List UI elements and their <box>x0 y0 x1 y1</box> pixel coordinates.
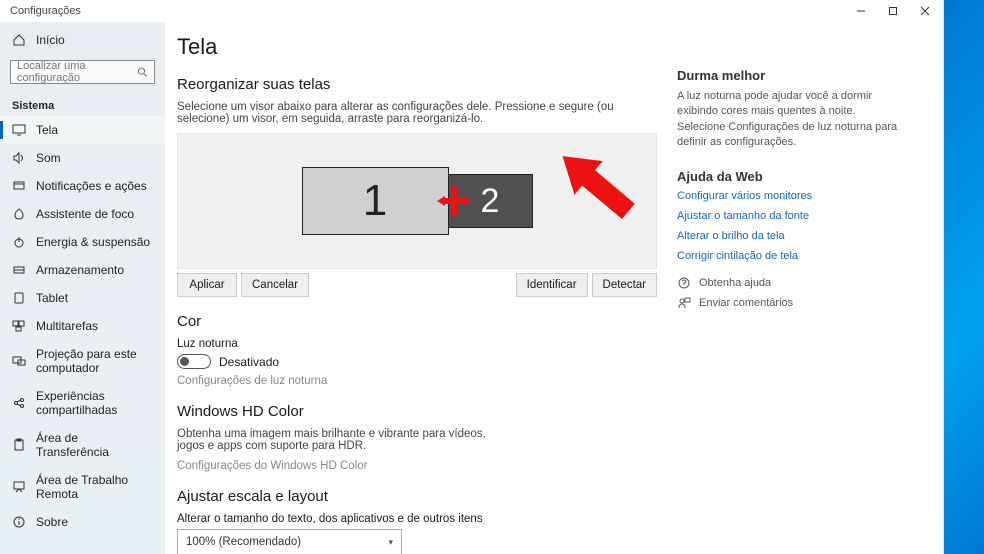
get-help-link[interactable]: Obtenha ajuda <box>677 276 899 290</box>
chevron-down-icon: ▾ <box>388 537 393 548</box>
sidebar-item-label: Energia & suspensão <box>36 235 150 249</box>
annotation-arrow-icon <box>546 145 616 215</box>
sidebar-item-projecao[interactable]: Projeção para este computador <box>0 340 165 382</box>
identify-button[interactable]: Identificar <box>516 273 588 297</box>
sidebar-item-tela[interactable]: Tela <box>0 116 165 144</box>
arrange-heading: Reorganizar suas telas <box>177 76 657 93</box>
help-link-monitors[interactable]: Configurar vários monitores <box>677 190 899 202</box>
help-link-flicker[interactable]: Corrigir cintilação de tela <box>677 250 899 262</box>
sidebar-item-label: Tela <box>36 123 58 137</box>
sidebar-item-label: Tablet <box>36 291 68 305</box>
sidebar-item-label: Multitarefas <box>36 319 98 333</box>
move-cursor-icon <box>435 182 473 220</box>
sidebar-item-sobre[interactable]: Sobre <box>0 508 165 536</box>
scale-select[interactable]: 100% (Recomendado) ▾ <box>177 529 402 554</box>
titlebar: Configurações <box>0 0 943 22</box>
hdcolor-heading: Windows HD Color <box>177 403 657 420</box>
sidebar-item-label: Notificações e ações <box>36 179 147 193</box>
clipboard-icon <box>12 438 26 452</box>
info-icon <box>12 515 26 529</box>
send-feedback-link[interactable]: Enviar comentários <box>677 296 899 310</box>
tablet-icon <box>12 291 26 305</box>
sidebar-item-label: Som <box>36 151 61 165</box>
maximize-icon <box>888 6 898 16</box>
apply-button[interactable]: Aplicar <box>177 273 237 297</box>
close-icon <box>920 6 930 16</box>
sleep-better-text: A luz noturna pode ajudar você a dormir … <box>677 89 899 151</box>
sidebar-item-experiencias[interactable]: Experiências compartilhadas <box>0 382 165 424</box>
cancel-button[interactable]: Cancelar <box>241 273 309 297</box>
nightlight-label: Luz noturna <box>177 338 657 350</box>
search-icon <box>137 66 148 78</box>
hdcolor-description: Obtenha uma imagem mais brilhante e vibr… <box>177 428 497 452</box>
storage-icon <box>12 263 26 277</box>
search-input[interactable]: Localizar uma configuração <box>10 60 155 84</box>
sidebar-item-label: Armazenamento <box>36 263 124 277</box>
sidebar-item-tablet[interactable]: Tablet <box>0 284 165 312</box>
settings-window: Configurações Início Localizar uma confi… <box>0 0 944 554</box>
monitor-2[interactable]: 2 <box>448 174 533 228</box>
sidebar-item-multitarefas[interactable]: Multitarefas <box>0 312 165 340</box>
sidebar-item-energia[interactable]: Energia & suspensão <box>0 228 165 256</box>
sidebar-item-label: Assistente de foco <box>36 207 134 221</box>
nightlight-toggle[interactable]: Desativado <box>177 354 657 369</box>
window-title: Configurações <box>10 5 81 17</box>
minimize-icon <box>856 6 866 16</box>
help-link-fontsize[interactable]: Ajustar o tamanho da fonte <box>677 210 899 222</box>
sidebar-item-label: Área de Trabalho Remota <box>36 473 153 501</box>
sidebar-home[interactable]: Início <box>0 26 165 54</box>
nightlight-settings-link[interactable]: Configurações de luz noturna <box>177 375 657 387</box>
close-button[interactable] <box>909 0 941 22</box>
sidebar-item-foco[interactable]: Assistente de foco <box>0 200 165 228</box>
desktop-background <box>944 0 984 554</box>
sidebar-item-armazenamento[interactable]: Armazenamento <box>0 256 165 284</box>
help-link-brightness[interactable]: Alterar o brilho da tela <box>677 230 899 242</box>
sidebar-item-remota[interactable]: Área de Trabalho Remota <box>0 466 165 508</box>
minimize-button[interactable] <box>845 0 877 22</box>
sidebar-item-label: Início <box>36 33 65 47</box>
color-heading: Cor <box>177 313 657 330</box>
hdcolor-settings-link[interactable]: Configurações do Windows HD Color <box>177 460 657 472</box>
sidebar-section-label: Sistema <box>0 94 165 116</box>
sidebar-item-label: Área de Transferência <box>36 431 153 459</box>
scale-value: 100% (Recomendado) <box>186 536 301 548</box>
sidebar-item-notificacoes[interactable]: Notificações e ações <box>0 172 165 200</box>
scale-label: Alterar o tamanho do texto, dos aplicati… <box>177 513 657 525</box>
power-icon <box>12 235 26 249</box>
maximize-button[interactable] <box>877 0 909 22</box>
toggle-track <box>177 354 211 369</box>
help-icon <box>677 276 691 290</box>
sidebar-item-som[interactable]: Som <box>0 144 165 172</box>
search-placeholder: Localizar uma configuração <box>17 60 137 84</box>
feedback-icon <box>677 296 691 310</box>
sound-icon <box>12 151 26 165</box>
sidebar-item-label: Experiências compartilhadas <box>36 389 153 417</box>
sidebar-item-label: Sobre <box>36 515 68 529</box>
sidebar-item-label: Projeção para este computador <box>36 347 153 375</box>
page-title: Tela <box>177 28 657 60</box>
projection-icon <box>12 354 26 368</box>
sidebar-item-clipboard[interactable]: Área de Transferência <box>0 424 165 466</box>
display-arrange-area[interactable]: 1 2 <box>177 133 657 269</box>
shared-icon <box>12 396 26 410</box>
sleep-better-heading: Durma melhor <box>677 68 899 83</box>
multitask-icon <box>12 319 26 333</box>
sidebar: Início Localizar uma configuração Sistem… <box>0 22 165 554</box>
display-icon <box>12 123 26 137</box>
remote-icon <box>12 480 26 494</box>
nightlight-state: Desativado <box>219 355 279 369</box>
focus-icon <box>12 207 26 221</box>
web-help-heading: Ajuda da Web <box>677 169 899 184</box>
arrange-description: Selecione um visor abaixo para alterar a… <box>177 101 657 125</box>
detect-button[interactable]: Detectar <box>592 273 657 297</box>
scale-heading: Ajustar escala e layout <box>177 488 657 505</box>
notifications-icon <box>12 179 26 193</box>
monitor-1[interactable]: 1 <box>302 167 449 235</box>
home-icon <box>12 33 26 47</box>
